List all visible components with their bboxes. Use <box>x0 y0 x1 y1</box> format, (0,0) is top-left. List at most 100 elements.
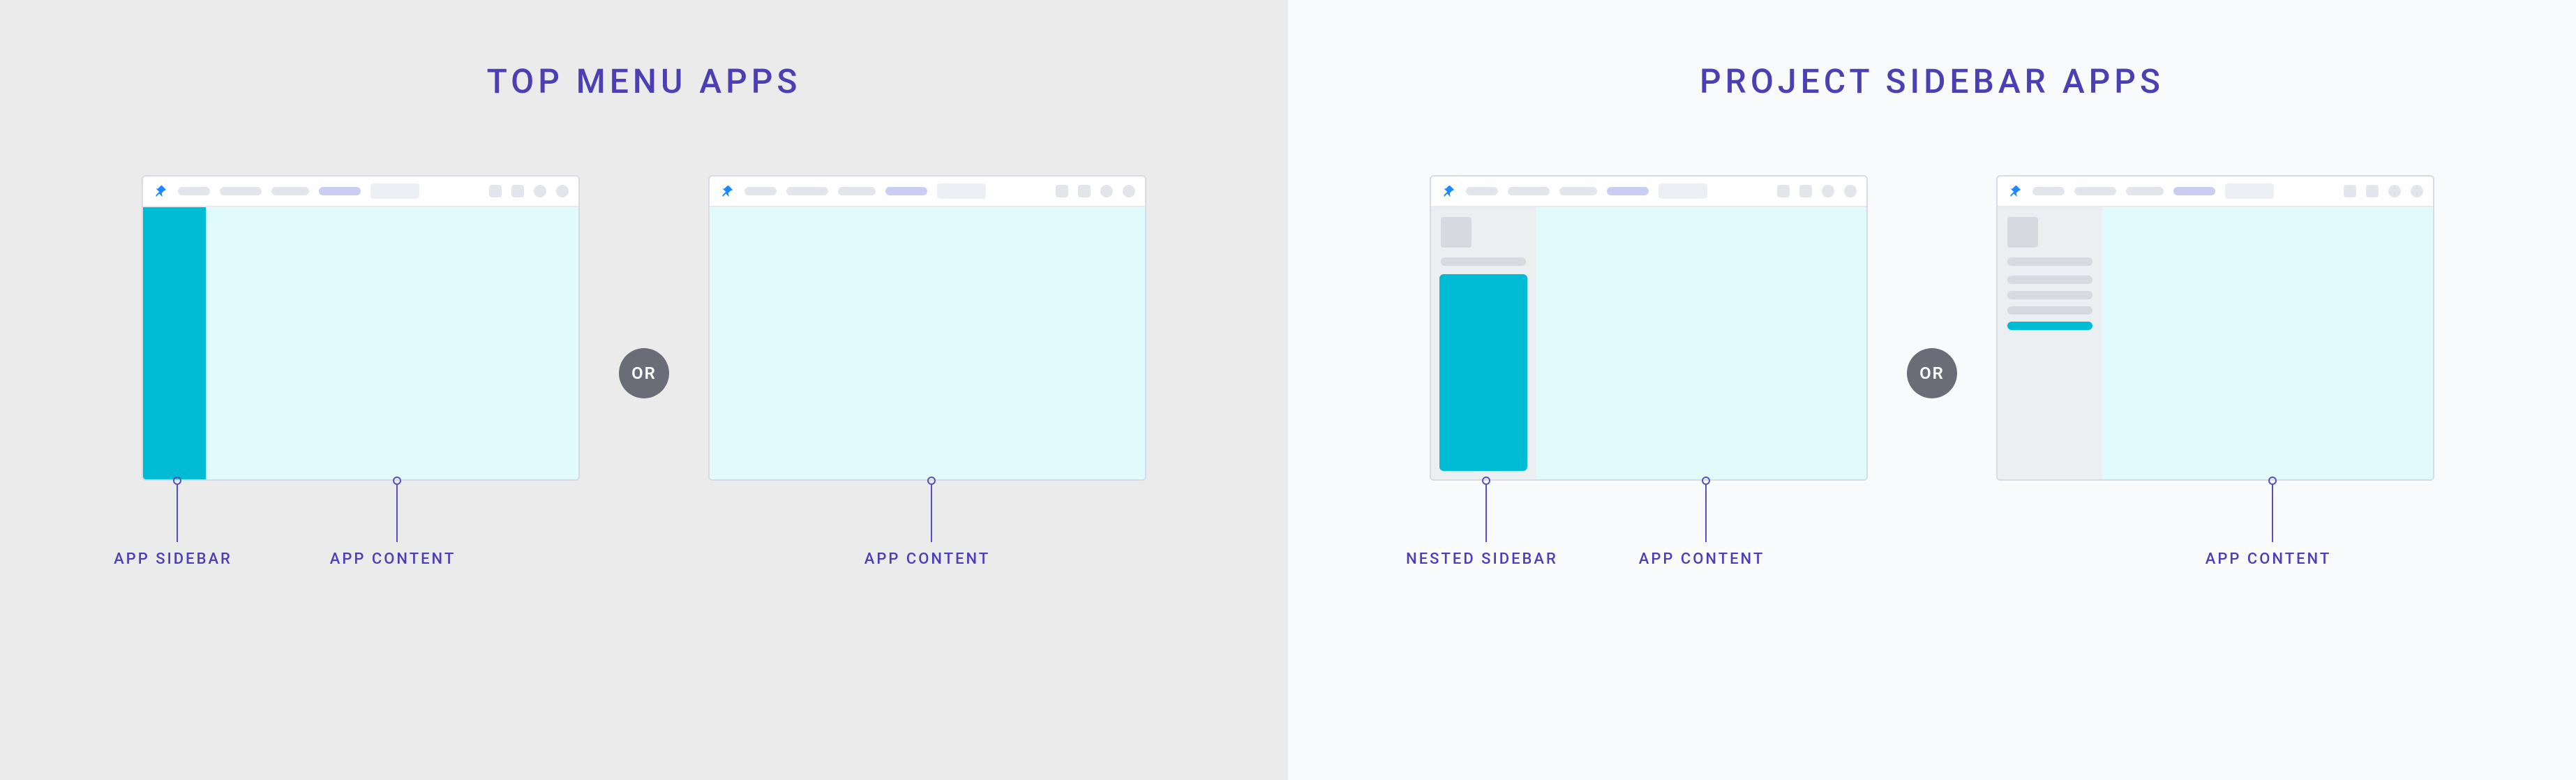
captions-row: APP CONTENT <box>1996 543 2434 571</box>
examples-row: APP SIDEBAR APP CONTENT OR <box>142 175 1146 571</box>
mock-window <box>1996 175 2434 481</box>
nav-item-placeholder <box>220 187 262 195</box>
pointer-content <box>1702 481 1710 542</box>
pin-icon <box>719 183 735 199</box>
pointer-content <box>2268 481 2277 542</box>
nav-item-placeholder <box>744 187 777 195</box>
nav-help-icon <box>556 185 569 197</box>
pointer-content <box>927 481 936 542</box>
pointer-sidebar <box>173 481 181 542</box>
project-sidebar-region <box>1431 207 1536 479</box>
captions-row: APP CONTENT <box>708 543 1146 571</box>
caption-app-content: APP CONTENT <box>2206 550 2332 568</box>
mock-titlebar <box>710 177 1145 207</box>
caption-app-content: APP CONTENT <box>864 550 991 568</box>
nav-search-placeholder <box>937 183 986 199</box>
nav-item-placeholder <box>838 187 876 195</box>
project-nav-item-placeholder <box>2007 276 2092 284</box>
panel-title: TOP MENU APPS <box>487 61 802 101</box>
mock-window-body <box>710 207 1145 479</box>
nav-search-placeholder <box>1658 183 1707 199</box>
examples-row: NESTED SIDEBAR APP CONTENT OR <box>1430 175 2434 571</box>
pointer-row <box>1430 481 1868 543</box>
nav-item-active-placeholder <box>319 187 361 195</box>
caption-app-sidebar: APP SIDEBAR <box>114 550 232 568</box>
nav-item-placeholder <box>786 187 828 195</box>
project-avatar-placeholder <box>1441 217 1472 248</box>
nav-item-placeholder <box>2032 187 2065 195</box>
pointer-content <box>393 481 401 542</box>
project-nav-group <box>2007 276 2092 330</box>
nav-item-placeholder <box>1508 187 1550 195</box>
caption-nested-sidebar: NESTED SIDEBAR <box>1406 550 1558 568</box>
project-nav-item-placeholder <box>2007 257 2092 266</box>
example-top-menu-no-sidebar: APP CONTENT <box>708 175 1146 571</box>
mock-window-body <box>143 207 578 479</box>
or-separator: OR <box>619 348 669 398</box>
nav-avatar-icon <box>534 185 546 197</box>
nav-item-placeholder <box>2074 187 2116 195</box>
mock-window <box>708 175 1146 481</box>
mock-titlebar <box>1998 177 2433 207</box>
pointer-nested-sidebar <box>1482 481 1490 542</box>
nav-action-icon <box>2344 185 2356 197</box>
nav-item-active-placeholder <box>2173 187 2215 195</box>
mock-window <box>1430 175 1868 481</box>
panel-title: PROJECT SIDEBAR APPS <box>1700 61 2164 101</box>
nav-item-placeholder <box>2126 187 2164 195</box>
caption-app-content: APP CONTENT <box>1639 550 1765 568</box>
project-nav-item-placeholder <box>1441 257 1526 266</box>
nav-search-placeholder <box>370 183 419 199</box>
nav-action-icon <box>2366 185 2379 197</box>
example-project-no-nested-sidebar: APP CONTENT <box>1996 175 2434 571</box>
nav-action-icon <box>1056 185 1068 197</box>
app-sidebar-region <box>143 207 206 479</box>
nested-sidebar-region <box>1439 274 1527 471</box>
captions-row: NESTED SIDEBAR APP CONTENT <box>1430 543 1868 571</box>
nav-item-placeholder <box>1466 187 1498 195</box>
nav-action-icon <box>511 185 524 197</box>
nav-action-icon <box>489 185 502 197</box>
mock-window <box>142 175 580 481</box>
project-nav-item-placeholder <box>2007 291 2092 299</box>
caption-app-content: APP CONTENT <box>330 550 456 568</box>
or-separator: OR <box>1907 348 1957 398</box>
pin-icon <box>2007 183 2023 199</box>
nav-avatar-icon <box>1822 185 1834 197</box>
example-top-menu-with-sidebar: APP SIDEBAR APP CONTENT <box>142 175 580 571</box>
panel-top-menu-apps: TOP MENU APPS <box>0 0 1288 780</box>
mock-titlebar <box>1431 177 1866 207</box>
pin-icon <box>1441 183 1456 199</box>
app-content-region <box>2102 207 2433 479</box>
mock-window-body <box>1431 207 1866 479</box>
nav-item-placeholder <box>271 187 309 195</box>
nav-avatar-icon <box>2388 185 2401 197</box>
nav-item-active-placeholder <box>1607 187 1649 195</box>
app-content-region <box>710 207 1145 479</box>
mock-titlebar <box>143 177 578 207</box>
pin-icon <box>153 183 168 199</box>
nav-search-placeholder <box>2225 183 2274 199</box>
project-sidebar-region <box>1998 207 2102 479</box>
nav-help-icon <box>2411 185 2423 197</box>
pointer-row <box>708 481 1146 543</box>
nav-item-active-placeholder <box>885 187 927 195</box>
project-avatar-placeholder <box>2007 217 2038 248</box>
panel-project-sidebar-apps: PROJECT SIDEBAR APPS <box>1288 0 2576 780</box>
project-nav-item-active-placeholder <box>2007 322 2092 330</box>
example-project-with-nested-sidebar: NESTED SIDEBAR APP CONTENT <box>1430 175 1868 571</box>
nav-item-placeholder <box>1559 187 1597 195</box>
mock-window-body <box>1998 207 2433 479</box>
app-content-region <box>1536 207 1866 479</box>
pointer-row <box>1996 481 2434 543</box>
nav-item-placeholder <box>178 187 210 195</box>
app-content-region <box>206 207 578 479</box>
nav-action-icon <box>1777 185 1790 197</box>
nav-action-icon <box>1078 185 1091 197</box>
captions-row: APP SIDEBAR APP CONTENT <box>142 543 580 571</box>
project-nav-item-placeholder <box>2007 306 2092 315</box>
nav-action-icon <box>1799 185 1812 197</box>
nav-help-icon <box>1844 185 1857 197</box>
pointer-row <box>142 481 580 543</box>
nav-help-icon <box>1123 185 1135 197</box>
